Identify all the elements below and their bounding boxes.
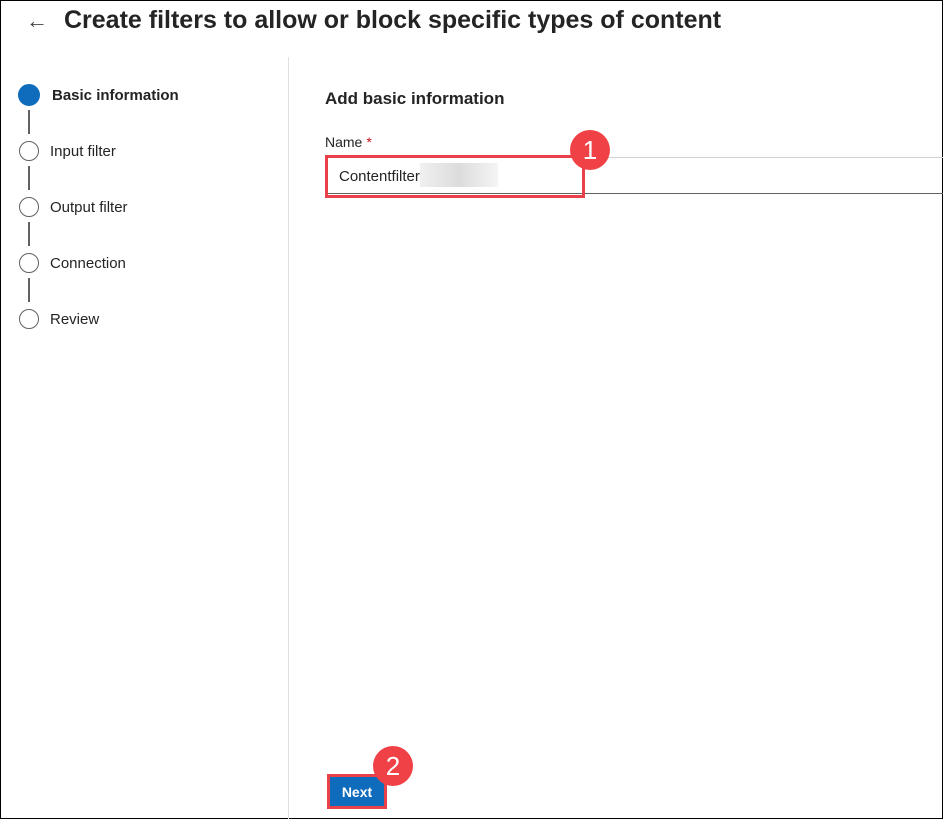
step-basic-information[interactable]: Basic information: [18, 84, 179, 106]
step-connector: [28, 222, 30, 246]
name-label-text: Name: [325, 134, 363, 150]
step-review[interactable]: Review: [19, 309, 99, 329]
step-label: Basic information: [52, 86, 179, 104]
annotation-badge-1: 1: [570, 130, 610, 170]
step-connector: [28, 166, 30, 190]
step-current-icon: [18, 84, 40, 106]
section-heading: Add basic information: [325, 89, 505, 108]
step-connection[interactable]: Connection: [19, 253, 126, 273]
step-label: Output filter: [50, 198, 128, 216]
step-label: Input filter: [50, 142, 116, 160]
step-pending-icon: [19, 253, 39, 273]
annotation-highlight-name: [325, 155, 585, 198]
step-pending-icon: [19, 141, 39, 161]
step-connector: [28, 110, 30, 134]
page-title: Create filters to allow or block specifi…: [64, 6, 722, 34]
step-pending-icon: [19, 309, 39, 329]
step-pending-icon: [19, 197, 39, 217]
step-output-filter[interactable]: Output filter: [19, 197, 128, 217]
divider: [288, 57, 289, 819]
step-input-filter[interactable]: Input filter: [19, 141, 116, 161]
step-connector: [28, 278, 30, 302]
name-label: Name *: [325, 134, 372, 150]
step-label: Review: [50, 310, 100, 328]
step-label: Connection: [50, 254, 126, 272]
annotation-badge-2: 2: [373, 746, 413, 786]
window-frame: [0, 0, 943, 819]
back-arrow-icon[interactable]: ←: [26, 8, 48, 34]
required-mark: *: [366, 134, 372, 150]
